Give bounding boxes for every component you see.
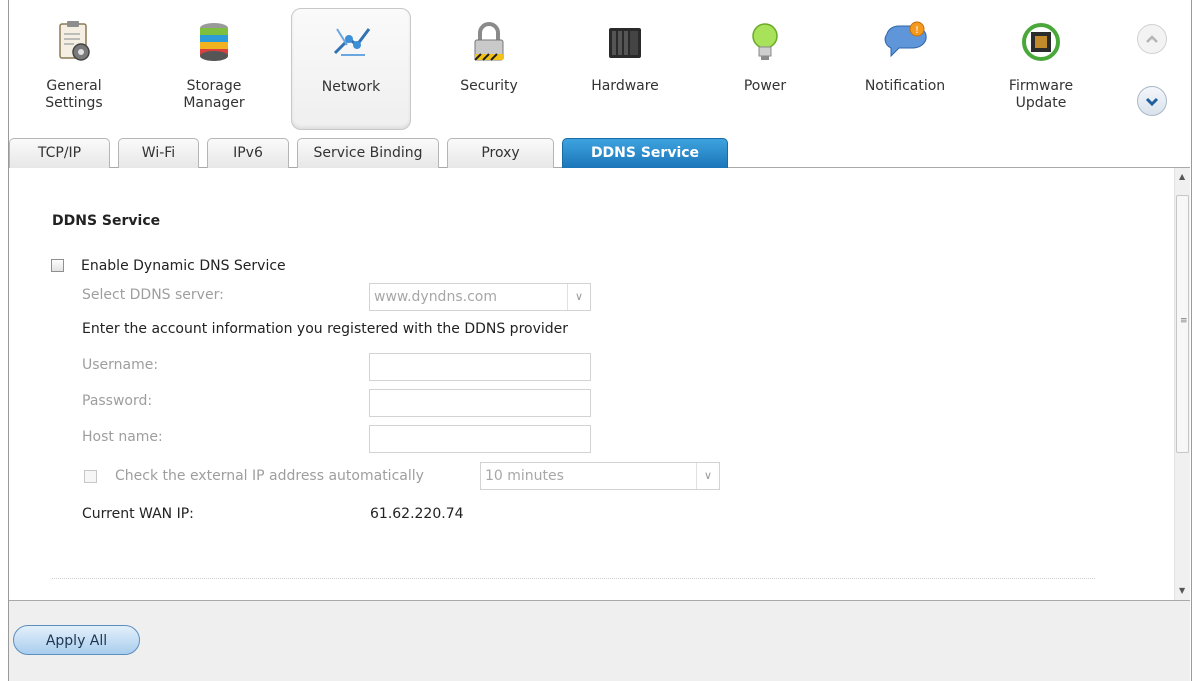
topbar-label: Notification [864,78,946,94]
tab-wi-fi[interactable]: Wi-Fi [118,138,199,168]
grip-icon: ≡ [1180,316,1188,326]
topbar-hardware[interactable]: Hardware [565,8,685,130]
wan-ip-value: 61.62.220.74 [370,506,464,522]
check-interval-select[interactable]: 10 minutes ∨ [480,462,720,490]
tab-tcp-ip[interactable]: TCP/IP [9,138,110,168]
tab-ipv6[interactable]: IPv6 [207,138,289,168]
scroll-up-button[interactable] [1137,24,1167,54]
topbar-label: Network [321,79,381,95]
topbar-label: Security [460,78,518,94]
check-ip-label: Check the external IP address automatica… [115,468,424,484]
network-icon [333,28,371,56]
topbar-notification[interactable]: ! Notification [845,8,965,130]
section-title: DDNS Service [52,213,161,229]
chevron-down-icon: ∨ [567,284,590,310]
topbar-label: Firmware Update [1008,78,1074,111]
topbar-power[interactable]: Power [705,8,825,130]
topbar-label: Storage Manager [183,78,245,111]
ddns-server-label: Select DDNS server: [82,287,224,303]
ddns-server-value: www.dyndns.com [374,289,497,305]
lock-icon [474,22,504,61]
topbar-label: Hardware [591,78,659,94]
divider [52,578,1095,579]
topbar-storage-manager[interactable]: Storage Manager [154,8,274,130]
tab-bar: TCP/IP Wi-Fi IPv6 Service Binding Proxy … [9,137,1190,169]
footer-bar: Apply All [9,600,1190,681]
lightbulb-icon [752,23,778,60]
hostname-field[interactable] [369,425,591,453]
topbar-label: Power [743,78,787,94]
ddns-panel: DDNS Service Enable Dynamic DNS Service … [9,168,1174,600]
password-field[interactable] [369,389,591,417]
wan-ip-label: Current WAN IP: [82,506,194,522]
hostname-label: Host name: [82,429,163,445]
tab-ddns-service[interactable]: DDNS Service [562,138,728,169]
tab-service-binding[interactable]: Service Binding [297,138,439,168]
password-label: Password: [82,393,153,409]
username-label: Username: [82,357,159,373]
scroll-up-arrow-icon[interactable]: ▲ [1179,172,1185,181]
username-field[interactable] [369,353,591,381]
check-ip-checkbox[interactable] [84,470,97,483]
check-interval-value: 10 minutes [485,468,564,484]
enable-ddns-checkbox[interactable] [51,259,64,272]
svg-text:!: ! [915,25,919,36]
apply-all-button[interactable]: Apply All [13,625,140,655]
scrollbar-thumb[interactable]: ≡ [1176,195,1189,453]
account-info-text: Enter the account information you regist… [82,321,569,337]
topbar-network[interactable]: Network [291,8,411,130]
topbar-label: General Settings [45,78,103,111]
hardware-icon [609,28,641,58]
storage-manager-icon [200,23,228,61]
top-category-bar: General Settings Storage Manager Network [9,0,1190,135]
scroll-down-arrow-icon[interactable]: ▼ [1179,586,1185,595]
notification-icon: ! [884,21,927,58]
topbar-firmware-update[interactable]: Firmware Update [981,8,1101,130]
general-settings-icon [59,21,90,61]
ddns-server-select[interactable]: www.dyndns.com ∨ [369,283,591,311]
chevron-up-icon [1146,35,1158,43]
scroll-down-button[interactable] [1137,86,1167,116]
topbar-general-settings[interactable]: General Settings [14,8,134,130]
vertical-scrollbar[interactable]: ▲ ≡ ▼ [1174,168,1190,600]
tab-proxy[interactable]: Proxy [447,138,554,168]
firmware-update-icon [1022,23,1060,61]
chevron-down-icon: ∨ [696,463,719,489]
enable-ddns-label: Enable Dynamic DNS Service [81,258,286,274]
chevron-down-icon [1145,97,1159,107]
topbar-security[interactable]: Security [429,8,549,130]
